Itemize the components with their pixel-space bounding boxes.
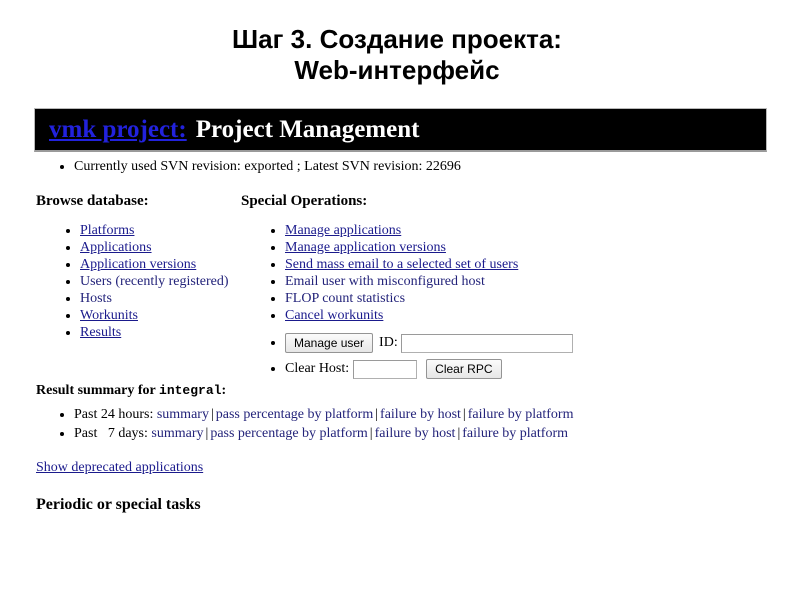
separator: | xyxy=(210,407,214,422)
clear-host-input[interactable] xyxy=(352,359,417,379)
list-item[interactable]: Email user with misconfigured host xyxy=(285,273,661,290)
link-show-deprecated-applications[interactable]: Show deprecated applications xyxy=(36,460,203,475)
list-item[interactable]: Manage application versions xyxy=(285,239,661,256)
link-hosts[interactable]: Hosts xyxy=(80,291,112,306)
user-id-label: ID: xyxy=(379,335,398,350)
link-24h-summary[interactable]: summary xyxy=(157,407,209,422)
list-item[interactable]: Results xyxy=(80,324,241,341)
period-label-7d: Past 7 days: xyxy=(74,426,148,441)
link-users-recently-registered[interactable]: Users (recently registered) xyxy=(80,274,228,289)
list-item[interactable]: Applications xyxy=(80,239,241,256)
result-summary-prefix: Result summary for xyxy=(36,383,160,398)
site-header-bar: vmk project: Project Management xyxy=(34,108,767,152)
clear-host-label: Clear Host: xyxy=(285,361,350,377)
browse-database-list: Platforms Applications Application versi… xyxy=(36,222,241,341)
list-item[interactable]: Manage applications xyxy=(285,222,661,239)
result-summary-suffix: : xyxy=(221,383,227,398)
list-item[interactable]: Platforms xyxy=(80,222,241,239)
slide-title-line1: Шаг 3. Создание проекта: xyxy=(232,24,562,54)
list-item[interactable]: Users (recently registered) xyxy=(80,273,241,290)
link-manage-applications[interactable]: Manage applications xyxy=(285,223,401,238)
browse-database-column: Browse database: Platforms Applications … xyxy=(36,193,241,341)
link-results[interactable]: Results xyxy=(80,325,121,340)
clear-host-row: Clear Host: Clear RPC xyxy=(285,356,661,382)
list-item[interactable]: Hosts xyxy=(80,290,241,307)
special-operations-column: Special Operations: Manage applications … xyxy=(241,193,661,382)
page-title: Project Management xyxy=(195,116,420,143)
slide-title-line2: Web-интерфейс xyxy=(294,55,500,85)
list-item[interactable]: Send mass email to a selected set of use… xyxy=(285,256,661,273)
columns-container: Browse database: Platforms Applications … xyxy=(36,193,768,383)
link-application-versions[interactable]: Application versions xyxy=(80,257,196,272)
link-applications[interactable]: Applications xyxy=(80,240,152,255)
link-24h-failure-by-platform[interactable]: failure by platform xyxy=(468,407,574,422)
user-id-input[interactable] xyxy=(401,333,574,353)
list-item[interactable]: Application versions xyxy=(80,256,241,273)
list-item[interactable]: Workunits xyxy=(80,307,241,324)
link-7d-summary[interactable]: summary xyxy=(151,426,203,441)
special-operations-list: Manage applications Manage application v… xyxy=(241,222,661,324)
table-row: Past 24 hours: summary|pass percentage b… xyxy=(74,405,768,424)
link-send-mass-email[interactable]: Send mass email to a selected set of use… xyxy=(285,257,518,272)
slide-title: Шаг 3. Создание проекта: Web-интерфейс xyxy=(0,24,794,86)
list-item[interactable]: Cancel workunits xyxy=(285,307,661,324)
result-summary-list: Past 24 hours: summary|pass percentage b… xyxy=(36,405,768,443)
browse-database-heading: Browse database: xyxy=(36,193,149,209)
page-body: Currently used SVN revision: exported ; … xyxy=(34,152,768,514)
separator: | xyxy=(375,407,379,422)
period-label-24h: Past 24 hours: xyxy=(74,407,154,422)
project-home-link[interactable]: vmk project: xyxy=(49,117,187,142)
result-summary-app-name: integral xyxy=(159,383,222,398)
result-summary-heading: Result summary for integral: xyxy=(36,383,768,399)
link-platforms[interactable]: Platforms xyxy=(80,223,134,238)
periodic-tasks-heading: Periodic or special tasks xyxy=(36,496,201,513)
list-item[interactable]: FLOP count statistics xyxy=(285,290,661,307)
deprecated-row: Show deprecated applications xyxy=(36,460,768,476)
manage-user-button[interactable]: Manage user xyxy=(285,333,374,353)
separator: | xyxy=(462,407,466,422)
revision-item: Currently used SVN revision: exported ; … xyxy=(74,158,768,176)
table-row: Past 7 days: summary |pass percentage by … xyxy=(74,424,768,443)
special-operations-heading: Special Operations: xyxy=(241,193,368,209)
link-7d-failure-by-platform[interactable]: failure by platform xyxy=(462,426,568,441)
link-7d-failure-by-host[interactable]: failure by host xyxy=(375,426,456,441)
link-24h-failure-by-host[interactable]: failure by host xyxy=(380,407,461,422)
link-email-misconfigured-host[interactable]: Email user with misconfigured host xyxy=(285,274,485,289)
separator: | xyxy=(369,426,373,441)
link-cancel-workunits[interactable]: Cancel workunits xyxy=(285,308,383,323)
special-operations-forms: Manage user ID: Clear Host: Clear RPC xyxy=(241,330,661,382)
link-workunits[interactable]: Workunits xyxy=(80,308,138,323)
link-7d-pass-percentage[interactable]: pass percentage by platform xyxy=(210,426,367,441)
manage-user-row: Manage user ID: xyxy=(285,330,661,356)
link-manage-application-versions[interactable]: Manage application versions xyxy=(285,240,446,255)
link-flop-count-statistics[interactable]: FLOP count statistics xyxy=(285,291,405,306)
web-interface-screenshot: vmk project: Project Management Currentl… xyxy=(34,108,768,514)
link-24h-pass-percentage[interactable]: pass percentage by platform xyxy=(216,407,373,422)
revision-list: Currently used SVN revision: exported ; … xyxy=(36,158,768,176)
clear-rpc-button[interactable]: Clear RPC xyxy=(426,359,502,380)
